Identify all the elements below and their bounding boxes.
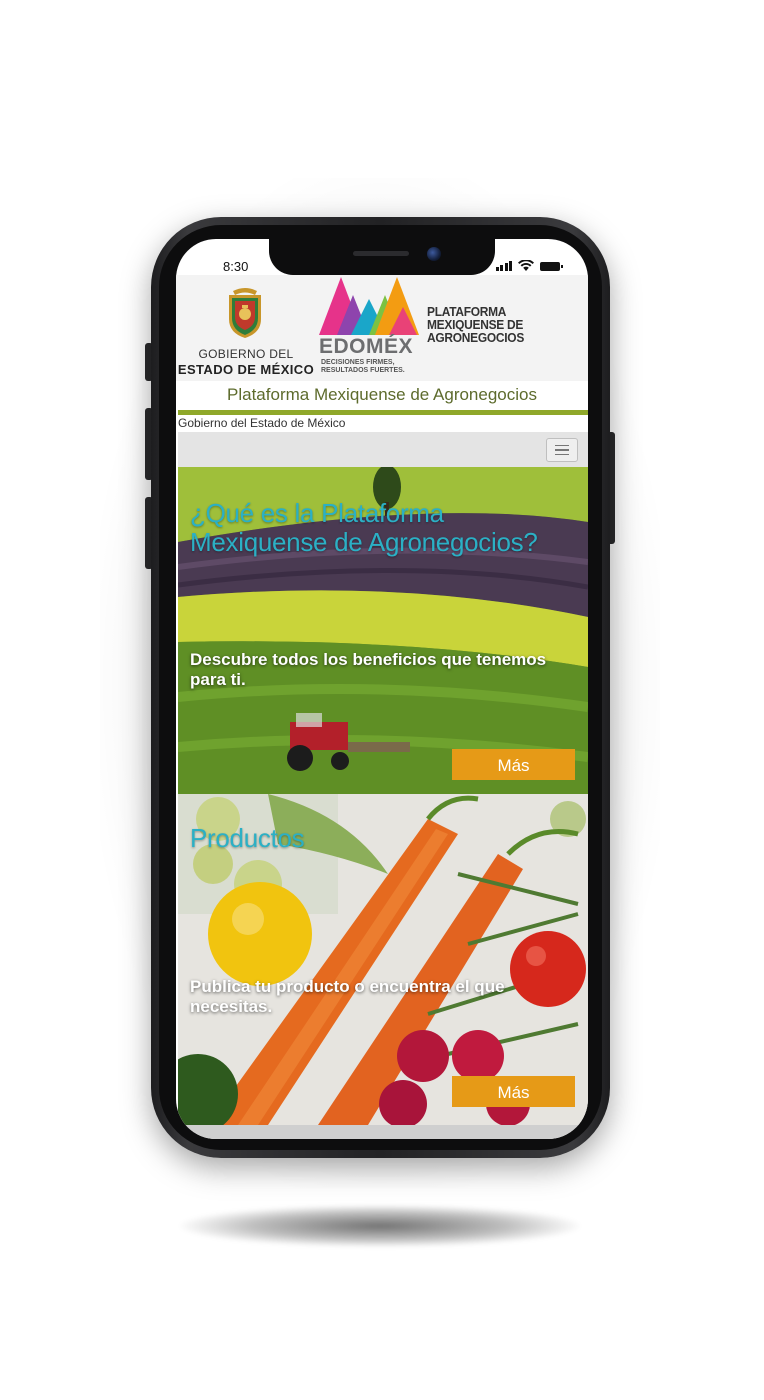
- card-products-title: Productos: [190, 823, 305, 853]
- edomex-slogan: DECISIONES FIRMES, RESULTADOS FUERTES.: [321, 359, 405, 375]
- front-camera-icon: [427, 247, 441, 261]
- wifi-icon: [518, 260, 534, 271]
- status-icons: [495, 260, 563, 271]
- slogan-line1: DECISIONES FIRMES,: [321, 359, 395, 366]
- plataforma-logo: PLATAFORMA MEXIQUENSE DE AGRONEGOCIOS: [427, 305, 524, 344]
- site-title[interactable]: Plataforma Mexiquense de Agronegocios: [176, 381, 588, 409]
- phone-screen: 8:30 GOBIERNO DEL ESTADO DE MÉXICO EDOMÉ…: [176, 239, 588, 1139]
- cellular-signal-icon: [495, 261, 512, 271]
- card-products-text: Publica tu producto o encuentra el que n…: [190, 977, 505, 1016]
- gobierno-label-line2: ESTADO DE MÉXICO: [177, 362, 315, 377]
- header-divider: [178, 410, 588, 415]
- device-floor-shadow: [180, 1205, 580, 1247]
- coat-of-arms-icon: [229, 288, 261, 338]
- notch: [269, 239, 495, 275]
- edomex-logo-icon: [319, 277, 419, 335]
- hamburger-icon: [555, 444, 569, 447]
- card-products: Productos Publica tu producto o encuentr…: [178, 794, 588, 1125]
- gobierno-label-line1: GOBIERNO DEL: [198, 347, 294, 361]
- slogan-line2: RESULTADOS FUERTES.: [321, 367, 405, 374]
- hamburger-menu-button[interactable]: [546, 438, 578, 462]
- next-section-peek: [178, 1125, 588, 1139]
- card-about-more-button[interactable]: Más: [452, 749, 575, 780]
- logo-header: GOBIERNO DEL ESTADO DE MÉXICO EDOMÉX DEC…: [176, 275, 588, 381]
- card-about-title: ¿Qué es la Plataforma Mexiquense de Agro…: [190, 498, 538, 557]
- plataforma-logo-line3: AGRONEGOCIOS: [427, 330, 525, 345]
- edomex-wordmark: EDOMÉX: [319, 335, 414, 358]
- card-products-more-button[interactable]: Más: [452, 1076, 575, 1107]
- breadcrumb[interactable]: Gobierno del Estado de México: [178, 416, 345, 430]
- navbar: [178, 432, 588, 467]
- speaker-grille: [353, 251, 409, 256]
- card-about-text: Descubre todos los beneficios que tenemo…: [190, 650, 547, 689]
- card-about: ¿Qué es la Plataforma Mexiquense de Agro…: [178, 467, 588, 794]
- battery-icon: [540, 262, 563, 271]
- status-time: 8:30: [223, 259, 249, 274]
